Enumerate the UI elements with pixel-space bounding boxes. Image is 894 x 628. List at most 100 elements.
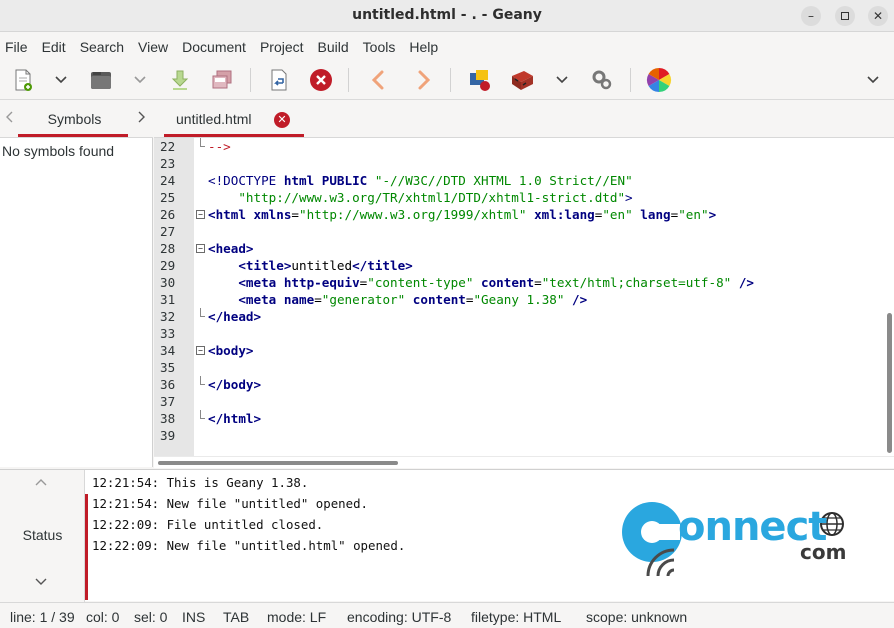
- fold-toggle-icon[interactable]: −: [196, 210, 205, 219]
- sidebar-tabs: Symbols: [0, 101, 153, 138]
- tab-close-button[interactable]: ✕: [274, 112, 290, 128]
- menu-project[interactable]: Project: [260, 39, 304, 55]
- navigate-back-button[interactable]: [366, 67, 392, 93]
- open-file-dropdown[interactable]: [133, 70, 147, 90]
- code-token: </title>: [352, 258, 413, 273]
- code-token: >: [708, 207, 717, 222]
- fold-toggle-icon[interactable]: −: [196, 346, 205, 355]
- tab-status[interactable]: Status: [0, 527, 85, 543]
- new-file-button[interactable]: [10, 67, 36, 93]
- code-token: </head>: [208, 309, 262, 324]
- message-tab-next-button[interactable]: [35, 575, 47, 589]
- sidebar-next-tab-button[interactable]: [137, 111, 145, 127]
- code-line[interactable]: 24 <!DOCTYPE html PUBLIC "-//W3C//DTD XHT…: [154, 172, 894, 189]
- build-dropdown[interactable]: [555, 70, 569, 90]
- minimize-button[interactable]: –: [801, 6, 821, 26]
- toolbar-separator: [450, 68, 451, 92]
- code-line[interactable]: 37: [154, 393, 894, 410]
- code-line[interactable]: 26 − <html xmlns="http://www.w3.org/1999/x…: [154, 206, 894, 223]
- fold-end-marker: [200, 376, 205, 385]
- fold-toggle-icon[interactable]: −: [196, 244, 205, 253]
- code-text: <body>: [208, 342, 254, 359]
- save-button[interactable]: [167, 67, 193, 93]
- code-token: <meta: [238, 275, 284, 290]
- code-token: =: [314, 292, 322, 307]
- fold-end-marker: [200, 308, 205, 317]
- run-button[interactable]: [589, 67, 615, 93]
- open-file-button[interactable]: [88, 67, 114, 93]
- code-line[interactable]: 25 "http://www.w3.org/TR/xhtml1/DTD/xhtm…: [154, 189, 894, 206]
- menu-document[interactable]: Document: [182, 39, 246, 55]
- code-line[interactable]: 22 -->: [154, 138, 894, 155]
- code-token: "http://www.w3.org/1999/xhtml": [299, 207, 527, 222]
- code-line[interactable]: 34 − <body>: [154, 342, 894, 359]
- toolbar-overflow-button[interactable]: [866, 70, 880, 90]
- code-token: "generator": [321, 292, 406, 307]
- revert-icon: [271, 69, 287, 91]
- menu-build[interactable]: Build: [318, 39, 349, 55]
- sidebar: Symbols No symbols found: [0, 101, 153, 467]
- new-file-dropdown[interactable]: [54, 70, 68, 90]
- code-token: http-equiv: [283, 275, 360, 290]
- save-all-icon: [212, 70, 232, 89]
- code-token: html: [283, 173, 315, 188]
- build-button[interactable]: [509, 67, 535, 93]
- code-line[interactable]: 35: [154, 359, 894, 376]
- line-number: 22: [160, 139, 176, 154]
- horizontal-scrollbar[interactable]: [154, 456, 894, 468]
- compile-button[interactable]: [467, 67, 493, 93]
- title-bar: untitled.html - . - Geany – ✕: [0, 0, 894, 32]
- code-token: <body>: [208, 343, 254, 358]
- code-token: content: [481, 275, 535, 290]
- code-line[interactable]: 39: [154, 427, 894, 444]
- code-line[interactable]: 28 − <head>: [154, 240, 894, 257]
- menu-tools[interactable]: Tools: [363, 39, 396, 55]
- code-line[interactable]: 38 </html>: [154, 410, 894, 427]
- code-editor[interactable]: 22 --> 23 24 <!DOCTYPE html PUBLIC "-//W3C//…: [154, 138, 894, 456]
- code-token: <title>: [238, 258, 292, 273]
- editor-tabs: untitled.html ✕: [154, 101, 894, 138]
- menu-search[interactable]: Search: [80, 39, 124, 55]
- code-line[interactable]: 27: [154, 223, 894, 240]
- line-number: 31: [160, 292, 176, 307]
- vertical-scroll-thumb[interactable]: [887, 313, 892, 453]
- message-tab-prev-button[interactable]: [35, 475, 47, 489]
- code-token: <html: [208, 207, 254, 222]
- color-chooser-button[interactable]: [646, 67, 672, 93]
- tab-symbols[interactable]: Symbols: [22, 111, 127, 127]
- code-line[interactable]: 32 </head>: [154, 308, 894, 325]
- code-line[interactable]: 29 <title>untitled</title>: [154, 257, 894, 274]
- horizontal-scroll-thumb[interactable]: [158, 461, 398, 465]
- code-text: <!DOCTYPE html PUBLIC "-//W3C//DTD XHTML…: [208, 172, 633, 189]
- maximize-button[interactable]: [835, 6, 855, 26]
- code-line[interactable]: 33: [154, 325, 894, 342]
- code-line[interactable]: 30 <meta http-equiv = "content-type" conte…: [154, 274, 894, 291]
- menu-view[interactable]: View: [138, 39, 168, 55]
- chevron-down-icon: [55, 76, 67, 84]
- active-tab-indicator: [18, 134, 128, 137]
- code-token: xml:lang: [534, 207, 595, 222]
- code-token: "content-type": [367, 275, 474, 290]
- code-token: <head>: [208, 241, 254, 256]
- status-scope: scope: unknown: [586, 609, 688, 625]
- status-encoding: encoding: UTF-8: [347, 609, 452, 625]
- menu-edit[interactable]: Edit: [42, 39, 66, 55]
- tab-untitled-html[interactable]: untitled.html: [176, 111, 251, 127]
- status-ins: INS: [182, 609, 206, 625]
- code-line[interactable]: 31 <meta name="generator" content="Geany…: [154, 291, 894, 308]
- close-window-button[interactable]: ✕: [868, 6, 888, 26]
- revert-button[interactable]: [266, 67, 292, 93]
- code-line[interactable]: 36 </body>: [154, 376, 894, 393]
- build-icon: [512, 71, 533, 90]
- sidebar-prev-tab-button[interactable]: [6, 111, 14, 127]
- save-all-button[interactable]: [209, 67, 235, 93]
- code-token: lang: [640, 207, 671, 222]
- active-tab-indicator: [85, 494, 88, 600]
- code-line[interactable]: 23: [154, 155, 894, 172]
- close-file-button[interactable]: [308, 67, 334, 93]
- code-token: -->: [208, 139, 231, 154]
- menu-help[interactable]: Help: [409, 39, 438, 55]
- navigate-forward-button[interactable]: [410, 67, 436, 93]
- menu-file[interactable]: File: [5, 39, 28, 55]
